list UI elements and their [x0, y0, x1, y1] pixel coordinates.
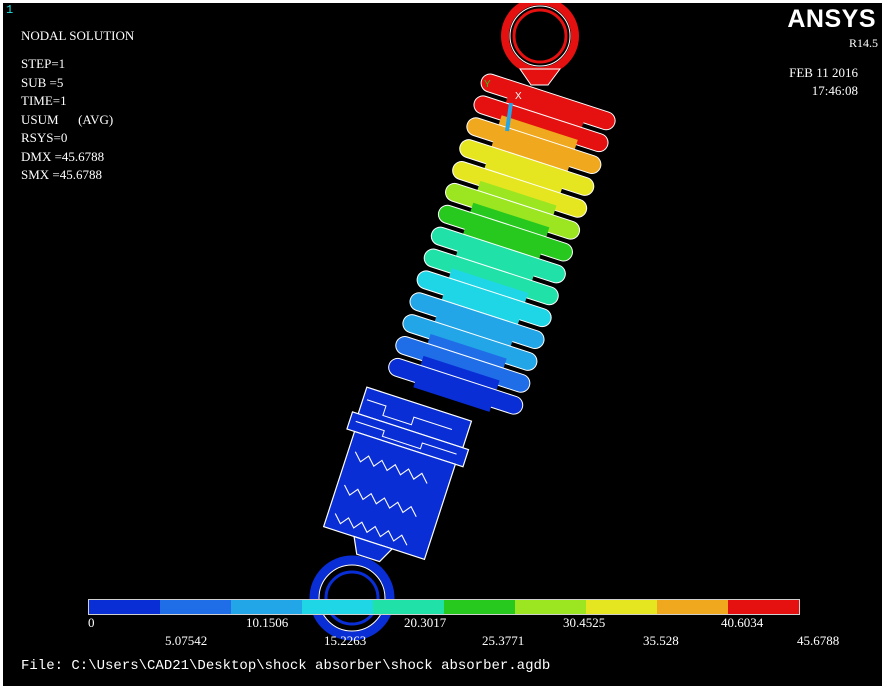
bottom-eye-ring	[309, 555, 395, 641]
lower-body	[322, 386, 473, 563]
contour-legend-bar	[88, 599, 800, 615]
legend-segment-6	[515, 600, 586, 614]
legend-tick-bottom-2: 25.3771	[482, 633, 525, 648]
legend-segment-4	[373, 600, 444, 614]
top-mount-neck	[519, 68, 561, 86]
legend-segment-5	[444, 600, 515, 614]
shock-absorber-model[interactable]: Y X	[3, 3, 882, 686]
coil-bands	[388, 73, 616, 415]
legend-tick-top-3: 30.4525	[563, 615, 606, 630]
legend-segment-1	[160, 600, 231, 614]
graphics-viewport[interactable]: 1 NODAL SOLUTION STEP=1 SUB =5 TIME=1 US…	[3, 3, 882, 686]
legend-tick-bottom-0: 5.07542	[165, 633, 208, 648]
legend-tick-top-0: 0	[88, 615, 95, 630]
legend-tick-top-2: 20.3017	[404, 615, 447, 630]
triad-y-label: Y	[484, 79, 491, 90]
legend-segment-7	[586, 600, 657, 614]
file-path: File: C:\Users\CAD21\Desktop\shock absor…	[21, 658, 551, 674]
legend-tick-top-1: 10.1506	[246, 615, 289, 630]
legend-tick-bottom-1: 15.2263	[324, 633, 367, 648]
legend-segment-3	[302, 600, 373, 614]
legend-tick-top-4: 40.6034	[721, 615, 764, 630]
top-eye-ring	[501, 3, 579, 75]
legend-segment-2	[231, 600, 302, 614]
legend-segment-9	[728, 600, 799, 614]
legend-tick-bottom-4: 45.6788	[797, 633, 840, 648]
legend-tick-bottom-3: 35.528	[643, 633, 679, 648]
triad-x-label: X	[515, 91, 522, 102]
legend-segment-0	[89, 600, 160, 614]
legend-segment-8	[657, 600, 728, 614]
